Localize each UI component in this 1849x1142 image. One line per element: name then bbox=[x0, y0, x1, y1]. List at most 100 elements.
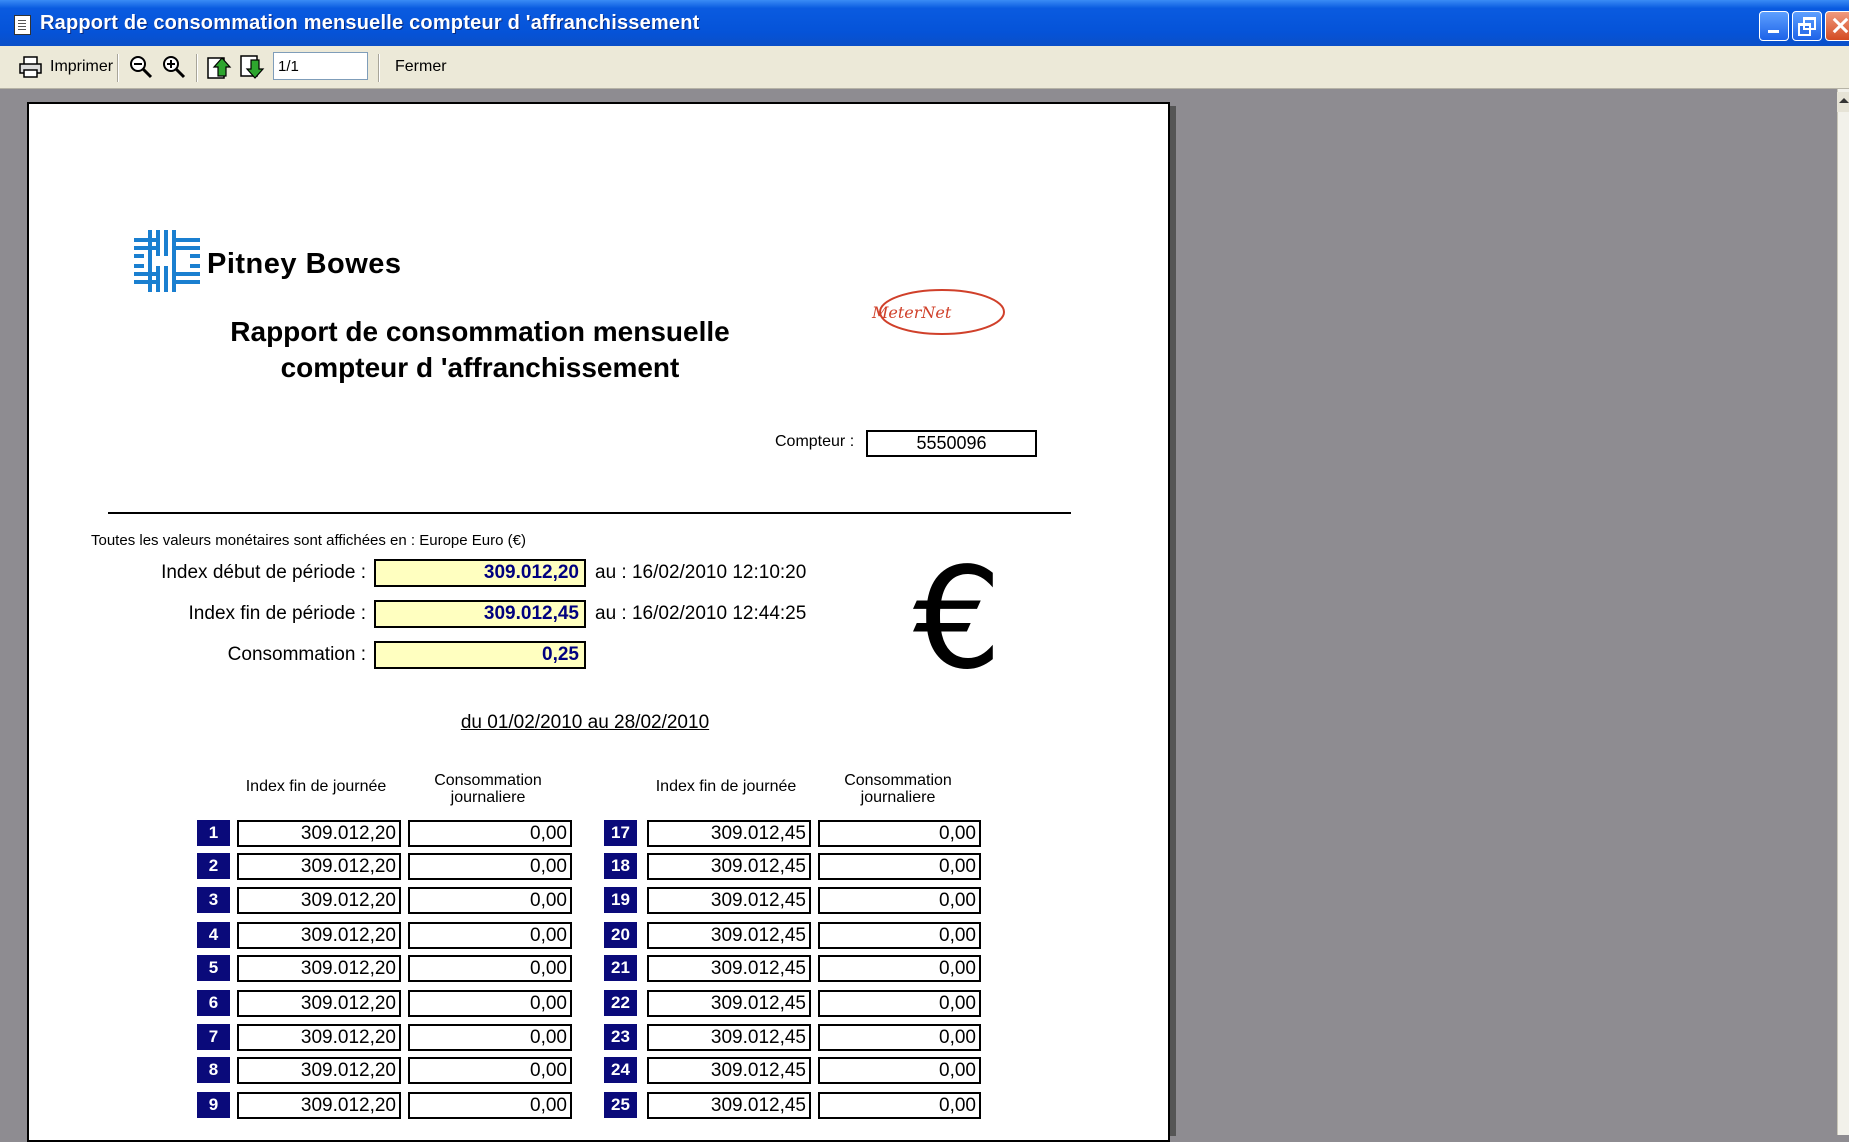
day-index: 309.012,20 bbox=[237, 990, 401, 1017]
day-index: 309.012,45 bbox=[647, 922, 811, 949]
day-index: 309.012,45 bbox=[647, 853, 811, 880]
index-fin-date: au : 16/02/2010 12:44:25 bbox=[595, 603, 807, 624]
day-number: 2 bbox=[197, 853, 230, 879]
day-conso: 0,00 bbox=[408, 955, 572, 982]
day-index: 309.012,20 bbox=[237, 955, 401, 982]
day-number: 22 bbox=[604, 990, 637, 1016]
day-conso: 0,00 bbox=[818, 1024, 981, 1051]
window-title-bar[interactable]: Rapport de consommation mensuelle compte… bbox=[0, 0, 1849, 46]
consommation-label: Consommation : bbox=[227, 644, 366, 665]
col-header-index-right: Index fin de journée bbox=[655, 778, 797, 795]
day-number: 6 bbox=[197, 990, 230, 1016]
day-index: 309.012,20 bbox=[237, 1092, 401, 1119]
toolbar: Imprimer Fermer bbox=[0, 46, 1849, 89]
index-fin-label: Index fin de période : bbox=[188, 603, 366, 624]
page-down-arrow-icon bbox=[240, 55, 265, 79]
day-conso: 0,00 bbox=[408, 820, 572, 847]
day-index: 309.012,45 bbox=[647, 887, 811, 914]
zoom-in-icon bbox=[163, 56, 186, 79]
day-index: 309.012,45 bbox=[647, 990, 811, 1017]
zoom-out-button[interactable] bbox=[128, 46, 154, 88]
day-conso: 0,00 bbox=[818, 922, 981, 949]
index-debut-value: 309.012,20 bbox=[374, 559, 586, 587]
scroll-up-arrow-icon[interactable] bbox=[1837, 92, 1849, 112]
col-header-conso-left: Consommation journaliere bbox=[434, 772, 542, 806]
day-conso: 0,00 bbox=[818, 820, 981, 847]
day-conso: 0,00 bbox=[408, 990, 572, 1017]
day-number: 24 bbox=[604, 1057, 637, 1083]
day-index: 309.012,20 bbox=[237, 820, 401, 847]
day-index: 309.012,20 bbox=[237, 1024, 401, 1051]
day-index: 309.012,45 bbox=[647, 1024, 811, 1051]
report-title-line1: Rapport de consommation mensuelle bbox=[230, 316, 730, 347]
close-label: Fermer bbox=[395, 58, 447, 75]
day-conso: 0,00 bbox=[818, 955, 981, 982]
day-number: 25 bbox=[604, 1092, 637, 1118]
day-index: 309.012,45 bbox=[647, 955, 811, 982]
minimize-button[interactable] bbox=[1759, 11, 1789, 41]
day-conso: 0,00 bbox=[408, 853, 572, 880]
page-up-arrow-icon bbox=[207, 57, 232, 79]
close-button[interactable]: Fermer bbox=[395, 46, 447, 88]
day-conso: 0,00 bbox=[408, 922, 572, 949]
consommation-value: 0,25 bbox=[374, 641, 586, 669]
index-debut-label: Index début de période : bbox=[161, 562, 366, 583]
day-conso: 0,00 bbox=[818, 853, 981, 880]
index-debut-date: au : 16/02/2010 12:10:20 bbox=[595, 562, 807, 583]
compteur-label: Compteur : bbox=[775, 433, 855, 450]
meternet-logo-icon: MeterNet bbox=[871, 289, 1005, 335]
day-number: 8 bbox=[197, 1057, 230, 1083]
day-index: 309.012,45 bbox=[647, 1092, 811, 1119]
index-fin-value: 309.012,45 bbox=[374, 600, 586, 628]
day-index: 309.012,20 bbox=[237, 1057, 401, 1084]
euro-symbol: € bbox=[913, 538, 1003, 701]
currency-note: Toutes les valeurs monétaires sont affic… bbox=[91, 532, 526, 549]
day-number: 3 bbox=[197, 887, 230, 913]
day-number: 20 bbox=[604, 922, 637, 948]
print-label: Imprimer bbox=[50, 58, 114, 75]
zoom-out-icon bbox=[130, 56, 153, 79]
day-number: 18 bbox=[604, 853, 637, 879]
day-number: 19 bbox=[604, 887, 637, 913]
day-index: 309.012,20 bbox=[237, 922, 401, 949]
day-conso: 0,00 bbox=[408, 1024, 572, 1051]
day-conso: 0,00 bbox=[818, 990, 981, 1017]
vertical-scrollbar[interactable] bbox=[1837, 89, 1849, 1135]
printer-icon bbox=[19, 56, 42, 78]
col-header-conso-right: Consommation journaliere bbox=[844, 772, 952, 806]
day-index: 309.012,20 bbox=[237, 853, 401, 880]
day-conso: 0,00 bbox=[818, 1057, 981, 1084]
day-conso: 0,00 bbox=[408, 1057, 572, 1084]
day-conso: 0,00 bbox=[408, 887, 572, 914]
previous-page-button[interactable] bbox=[206, 46, 232, 88]
compteur-value: 5550096 bbox=[866, 430, 1037, 457]
day-index: 309.012,45 bbox=[647, 1057, 811, 1084]
restore-button[interactable] bbox=[1792, 11, 1822, 41]
day-conso: 0,00 bbox=[408, 1092, 572, 1119]
day-number: 7 bbox=[197, 1024, 230, 1050]
page-shadow bbox=[1170, 106, 1176, 1136]
window-title: Rapport de consommation mensuelle compte… bbox=[40, 12, 700, 34]
pitney-bowes-logo-icon bbox=[134, 230, 200, 292]
close-window-button[interactable] bbox=[1825, 11, 1849, 41]
day-number: 5 bbox=[197, 955, 230, 981]
day-number: 21 bbox=[604, 955, 637, 981]
day-number: 23 bbox=[604, 1024, 637, 1050]
day-number: 4 bbox=[197, 922, 230, 948]
report-title: Rapport de consommation mensuelle compte… bbox=[180, 314, 780, 386]
day-index: 309.012,45 bbox=[647, 820, 811, 847]
brand-name: Pitney Bowes bbox=[207, 248, 402, 280]
day-number: 1 bbox=[197, 820, 230, 846]
day-conso: 0,00 bbox=[818, 1092, 981, 1119]
zoom-in-button[interactable] bbox=[161, 46, 187, 88]
print-button[interactable]: Imprimer bbox=[18, 46, 113, 88]
day-index: 309.012,20 bbox=[237, 887, 401, 914]
divider bbox=[108, 512, 1071, 514]
report-title-line2: compteur d 'affranchissement bbox=[280, 352, 680, 383]
next-page-button[interactable] bbox=[239, 46, 265, 88]
day-conso: 0,00 bbox=[818, 887, 981, 914]
day-number: 9 bbox=[197, 1092, 230, 1118]
day-number: 17 bbox=[604, 820, 637, 846]
col-header-index-left: Index fin de journée bbox=[245, 778, 387, 795]
page-number-input[interactable] bbox=[273, 52, 368, 80]
